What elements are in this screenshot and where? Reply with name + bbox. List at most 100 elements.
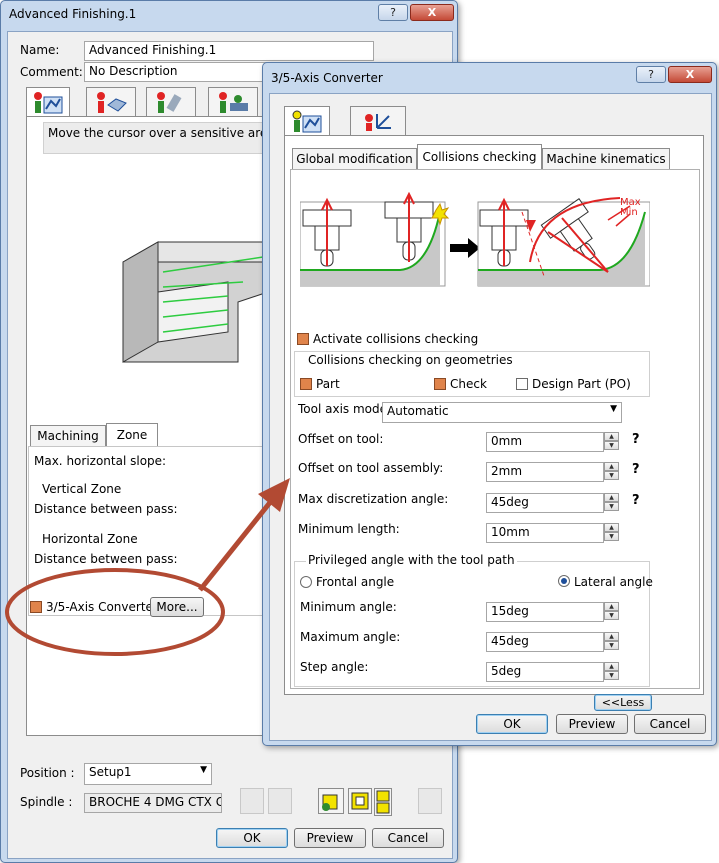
max-angle-spinner[interactable]: ▲ ▼ [604, 632, 619, 651]
help-title-button[interactable]: ? [378, 4, 408, 21]
tab-converter-settings[interactable] [284, 106, 330, 136]
tab-collisions-checking[interactable]: Collisions checking [417, 144, 542, 170]
report-icon[interactable] [418, 788, 442, 814]
feeds-icon [219, 92, 248, 113]
back-preview-button[interactable]: Preview [294, 828, 366, 848]
hint-text: Move the cursor over a sensitive area. [48, 126, 279, 140]
horizontal-zone-title: Horizontal Zone [42, 532, 138, 546]
lateral-angle-label: Lateral angle [574, 575, 653, 589]
max-angle-input[interactable]: 45deg [486, 632, 604, 652]
strategy-icon [292, 110, 322, 133]
geometries-title: Collisions checking on geometries [306, 353, 515, 367]
offset-assembly-help[interactable]: ? [632, 462, 640, 477]
tool-icon [157, 92, 182, 113]
tab-converter-axis[interactable] [350, 106, 406, 136]
privileged-angle-title: Privileged angle with the tool path [306, 553, 517, 567]
geometry-icon [97, 92, 127, 113]
min-angle-spinner[interactable]: ▲ ▼ [604, 602, 619, 621]
vertical-zone-title: Vertical Zone [42, 482, 122, 496]
step-angle-label: Step angle: [300, 660, 369, 674]
min-length-spinner[interactable]: ▲ ▼ [604, 523, 619, 542]
design-part-label: Design Part (PO) [532, 377, 631, 391]
vertical-distance-label: Distance between pass: [34, 502, 178, 516]
chevron-down-icon: ▼ [610, 404, 617, 414]
frontal-angle-radio[interactable] [300, 576, 312, 588]
max-discretization-help[interactable]: ? [632, 493, 640, 508]
close-title-button[interactable]: X [410, 4, 454, 21]
max-slope-label: Max. horizontal slope: [34, 454, 167, 468]
activate-collisions-label: Activate collisions checking [313, 332, 479, 346]
position-select[interactable]: Setup1 ▼ [84, 763, 212, 785]
display-icon[interactable] [348, 788, 372, 814]
offset-tool-help[interactable]: ? [632, 432, 640, 447]
less-button[interactable]: <<Less [594, 694, 652, 711]
max-discretization-input[interactable]: 45deg [486, 493, 604, 513]
offset-assembly-spinner[interactable]: ▲ ▼ [604, 462, 619, 481]
converter-window-title: 3/5-Axis Converter [271, 71, 383, 85]
max-discretization-spinner[interactable]: ▲ ▼ [604, 493, 619, 512]
lateral-angle-radio[interactable] [558, 575, 570, 587]
offset-tool-input[interactable]: 0mm [486, 432, 604, 452]
comment-label: Comment: [20, 65, 83, 79]
name-field[interactable]: Advanced Finishing.1 [84, 41, 374, 61]
spindle-field[interactable]: BROCHE 4 DMG CTX GAM [84, 793, 222, 813]
part-checkbox[interactable] [300, 378, 312, 390]
converter-client-area: Global modification Collisions checking … [269, 93, 712, 741]
strategy-icon [34, 92, 63, 114]
activate-collisions-checkbox[interactable] [297, 333, 309, 345]
tool-axis-label: Tool axis mode: [298, 402, 392, 416]
offset-tool-label: Offset on tool: [298, 432, 384, 446]
tab-global-modification[interactable]: Global modification [292, 148, 417, 170]
simulation-icon[interactable] [374, 788, 392, 816]
min-angle-label: Minimum angle: [300, 600, 397, 614]
tool-change-icon[interactable] [268, 788, 292, 814]
max-angle-label: Maximum angle: [300, 630, 401, 644]
tool-axis-select[interactable]: Automatic ▼ [382, 402, 622, 423]
tab-geometry[interactable] [86, 87, 136, 117]
collision-diagram: Max Min [300, 192, 650, 287]
part-illustration [122, 241, 269, 363]
back-cancel-button[interactable]: Cancel [372, 828, 444, 848]
horizontal-distance-label: Distance between pass: [34, 552, 178, 566]
back-ok-button[interactable]: OK [216, 828, 288, 848]
tool-path-icon[interactable] [318, 788, 344, 814]
machine-icon[interactable] [240, 788, 264, 814]
tab-tool[interactable] [146, 87, 196, 117]
check-checkbox[interactable] [434, 378, 446, 390]
converter-label: 3/5-Axis Converter [46, 600, 158, 614]
converter-cancel-button[interactable]: Cancel [634, 714, 706, 734]
tab-machining[interactable]: Machining [30, 425, 106, 447]
step-angle-spinner[interactable]: ▲ ▼ [604, 662, 619, 681]
name-label: Name: [20, 43, 60, 57]
min-length-label: Minimum length: [298, 522, 400, 536]
window-title: Advanced Finishing.1 [9, 7, 137, 21]
converter-ok-button[interactable]: OK [476, 714, 548, 734]
tab-feeds[interactable] [208, 87, 258, 117]
position-value: Setup1 [89, 765, 132, 779]
converter-close-title-button[interactable]: X [668, 66, 712, 83]
position-label: Position : [20, 766, 75, 780]
part-label: Part [316, 377, 340, 391]
zone-panel [28, 446, 268, 616]
tab-strategy[interactable] [26, 87, 70, 117]
offset-assembly-input[interactable]: 2mm [486, 462, 604, 482]
min-length-input[interactable]: 10mm [486, 523, 604, 543]
converter-checkbox[interactable] [30, 601, 42, 613]
axis-converter-window: 3/5-Axis Converter ? X Global modificati… [262, 62, 717, 746]
converter-help-title-button[interactable]: ? [636, 66, 666, 83]
tab-machine-kinematics[interactable]: Machine kinematics [542, 148, 670, 170]
step-angle-input[interactable]: 5deg [486, 662, 604, 682]
tool-axis-value: Automatic [387, 404, 449, 418]
frontal-angle-label: Frontal angle [316, 575, 395, 589]
more-button[interactable]: More... [150, 597, 204, 617]
offset-assembly-label: Offset on tool assembly: [298, 461, 444, 475]
tab-zone[interactable]: Zone [106, 423, 158, 447]
spindle-label: Spindle : [20, 795, 73, 809]
design-part-checkbox[interactable] [516, 378, 528, 390]
min-angle-input[interactable]: 15deg [486, 602, 604, 622]
offset-tool-spinner[interactable]: ▲ ▼ [604, 432, 619, 451]
max-discretization-label: Max discretization angle: [298, 492, 449, 506]
chevron-down-icon: ▼ [200, 765, 207, 775]
check-label: Check [450, 377, 487, 391]
converter-preview-button[interactable]: Preview [556, 714, 628, 734]
